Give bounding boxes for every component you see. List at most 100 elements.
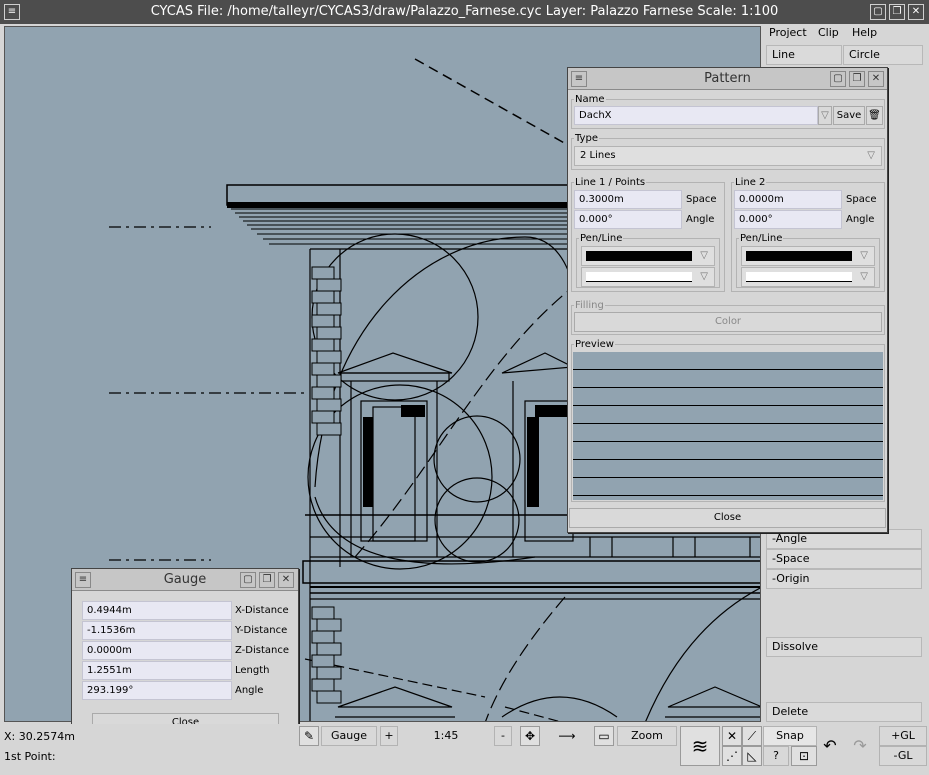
minimize-icon[interactable]: ▢ [830, 71, 846, 87]
snap-button[interactable]: Snap [763, 726, 817, 746]
line2-group: Line 2 0.0000m Space 0.000° Angle Pen/Li… [731, 177, 885, 292]
help-button[interactable]: ? [763, 746, 789, 766]
gauge-button[interactable]: Gauge [321, 726, 377, 746]
chevron-down-icon: ▽ [860, 271, 868, 282]
x-distance-label: X-Distance [235, 605, 289, 616]
zoom-in-button[interactable]: + [380, 726, 398, 746]
name-dropdown-icon[interactable]: ▽ [818, 106, 832, 125]
pan-icon[interactable]: ✥ [520, 726, 540, 746]
save-button[interactable]: Save [833, 106, 865, 125]
menu-help[interactable]: Help [852, 26, 877, 39]
x-coordinate: X: 30.2574m [4, 730, 75, 743]
preview-label: Preview [574, 339, 615, 350]
angle-field[interactable]: 293.199° [82, 681, 232, 700]
pattern-dialog-title: Pattern [704, 71, 751, 86]
line1-pen-group: Pen/Line ▽ ▽ [576, 233, 720, 288]
preview-group: Preview [571, 339, 885, 502]
plus-gl-button[interactable]: +GL [879, 726, 927, 746]
redo-icon[interactable]: ↷ [850, 736, 870, 756]
close-icon[interactable]: ✕ [908, 4, 924, 20]
undo-icon[interactable]: ↶ [820, 736, 840, 756]
z-distance-field[interactable]: 0.0000m [82, 641, 232, 660]
circle-tool-button[interactable]: Circle [843, 45, 923, 65]
title-bar: ≡ CYCAS File: /home/talleyr/CYCAS3/draw/… [0, 0, 929, 24]
delete-button[interactable]: Delete [766, 702, 922, 722]
line1-angle-input[interactable]: 0.000° [574, 210, 682, 229]
menu-project[interactable]: Project [769, 26, 807, 39]
window-menu-icon[interactable]: ≡ [4, 4, 20, 20]
pattern-dialog-titlebar[interactable]: ≡ Pattern ▢ ❐ ✕ [568, 68, 887, 90]
y-distance-field[interactable]: -1.1536m [82, 621, 232, 640]
chevron-down-icon: ▽ [700, 271, 708, 282]
type-select-value: 2 Lines [580, 150, 616, 161]
line1-label: Line 1 / Points [574, 177, 647, 188]
snap-cross-icon[interactable]: ✕ [722, 726, 742, 746]
line-tool-button[interactable]: Line [766, 45, 842, 65]
gauge-dialog-titlebar[interactable]: ≡ Gauge ▢ ❐ ✕ [72, 569, 298, 591]
snap-points-icon[interactable]: ⋰ [722, 746, 742, 766]
close-icon[interactable]: ✕ [278, 572, 294, 588]
type-select[interactable]: 2 Lines ▽ [574, 146, 882, 166]
minimize-icon[interactable]: ▢ [240, 572, 256, 588]
snap-angle-icon[interactable]: ◺ [742, 746, 762, 766]
y-distance-label: Y-Distance [235, 625, 288, 636]
line2-space-label: Space [846, 194, 877, 205]
window-menu-icon[interactable]: ≡ [571, 71, 587, 87]
line2-pen-label: Pen/Line [739, 233, 784, 244]
command-prompt: 1st Point: [4, 750, 56, 763]
snap-options-icon[interactable]: ⊡ [791, 746, 817, 766]
color-button[interactable]: Color [574, 312, 882, 332]
line2-pen-group: Pen/Line ▽ ▽ [736, 233, 880, 288]
angle-label: Angle [235, 685, 264, 696]
minus-gl-button[interactable]: -GL [879, 746, 927, 766]
length-field[interactable]: 1.2551m [82, 661, 232, 680]
line1-linestyle-select[interactable]: ▽ [581, 267, 715, 287]
snap-line-icon[interactable]: ⟋ [742, 726, 762, 746]
dissolve-button[interactable]: Dissolve [766, 637, 922, 657]
space-button[interactable]: -Space [766, 549, 922, 569]
pencil-icon[interactable]: ✎ [299, 726, 319, 746]
line1-space-label: Space [686, 194, 717, 205]
zoom-button[interactable]: Zoom [617, 726, 677, 746]
chevron-down-icon: ▽ [860, 250, 868, 261]
x-distance-field[interactable]: 0.4944m [82, 601, 232, 620]
layers-icon[interactable]: ≋ [680, 726, 720, 766]
line2-space-input[interactable]: 0.0000m [734, 190, 842, 209]
filling-label: Filling [574, 300, 605, 311]
pattern-close-button[interactable]: Close [569, 508, 886, 528]
pattern-dialog: ≡ Pattern ▢ ❐ ✕ Name DachX ▽ Save 🗑 Type… [567, 67, 888, 533]
page-icon[interactable]: ▭ [594, 726, 614, 746]
chevron-down-icon: ▽ [700, 250, 708, 261]
z-distance-label: Z-Distance [235, 645, 290, 656]
zoom-out-button[interactable]: - [494, 726, 512, 746]
line1-space-input[interactable]: 0.3000m [574, 190, 682, 209]
line1-pen-select[interactable]: ▽ [581, 246, 715, 266]
origin-button[interactable]: -Origin [766, 569, 922, 589]
close-icon[interactable]: ✕ [868, 71, 884, 87]
arrow-right-icon[interactable]: ⟶ [550, 726, 584, 746]
restore-icon[interactable]: ❐ [259, 572, 275, 588]
restore-icon[interactable]: ❐ [889, 4, 905, 20]
status-bar: X: 30.2574m 1st Point: ✎ Gauge + 1:45 - … [0, 724, 929, 775]
window-menu-icon[interactable]: ≡ [75, 572, 91, 588]
pattern-preview [573, 352, 883, 500]
length-label: Length [235, 665, 270, 676]
line1-group: Line 1 / Points 0.3000m Space 0.000° Ang… [571, 177, 725, 292]
pattern-name-input[interactable]: DachX [574, 106, 818, 125]
line2-pen-select[interactable]: ▽ [741, 246, 875, 266]
restore-icon[interactable]: ❐ [849, 71, 865, 87]
window-title: CYCAS File: /home/talleyr/CYCAS3/draw/Pa… [150, 4, 779, 19]
minimize-icon[interactable]: ▢ [870, 4, 886, 20]
line1-pen-label: Pen/Line [579, 233, 624, 244]
scale-display: 1:45 [400, 726, 492, 746]
name-group: Name DachX ▽ Save 🗑 [571, 94, 885, 129]
trash-icon[interactable]: 🗑 [866, 106, 883, 125]
chevron-down-icon: ▽ [867, 150, 875, 161]
menu-clip[interactable]: Clip [818, 26, 839, 39]
line2-angle-input[interactable]: 0.000° [734, 210, 842, 229]
gauge-dialog-title: Gauge [163, 572, 207, 587]
line2-angle-label: Angle [846, 214, 875, 225]
line2-linestyle-select[interactable]: ▽ [741, 267, 875, 287]
name-label: Name [574, 94, 606, 105]
line1-angle-label: Angle [686, 214, 715, 225]
